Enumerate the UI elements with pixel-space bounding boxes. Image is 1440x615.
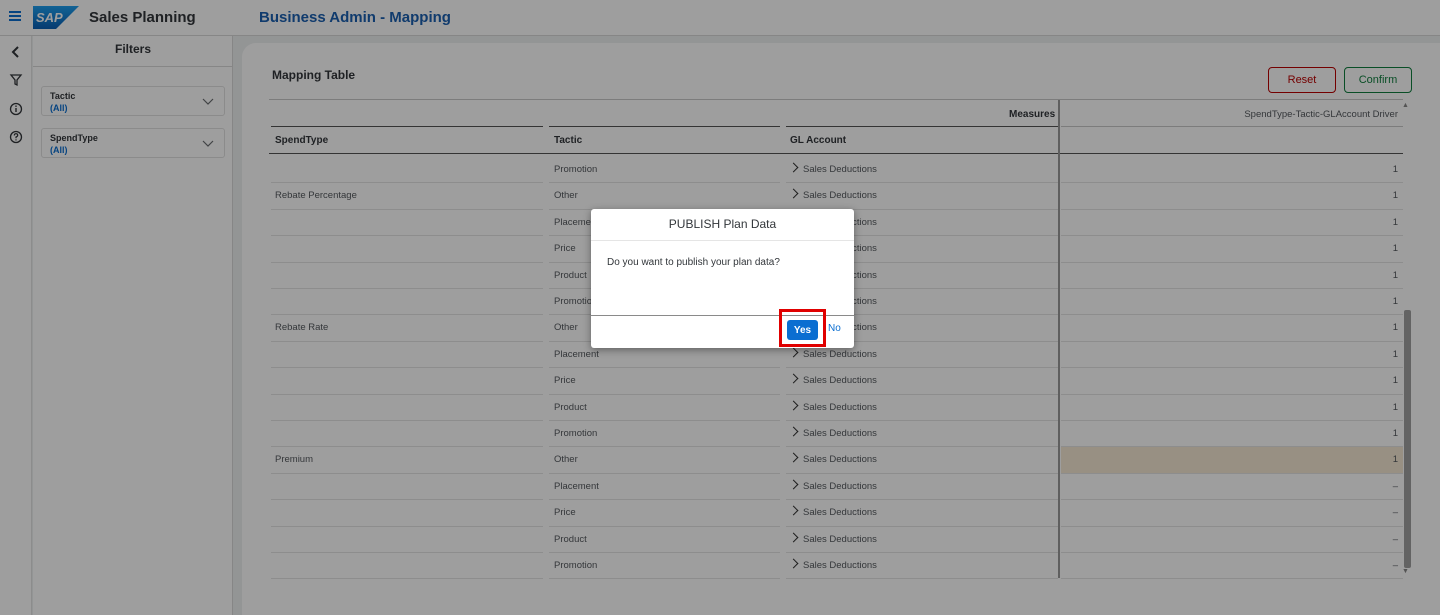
publish-dialog: PUBLISH Plan Data Do you want to publish…: [591, 209, 854, 348]
dialog-title: PUBLISH Plan Data: [668, 217, 777, 231]
yes-button[interactable]: Yes: [787, 320, 818, 340]
dialog-divider: [591, 240, 854, 241]
no-button[interactable]: No: [828, 323, 841, 334]
dialog-message: Do you want to publish your plan data?: [607, 257, 780, 268]
